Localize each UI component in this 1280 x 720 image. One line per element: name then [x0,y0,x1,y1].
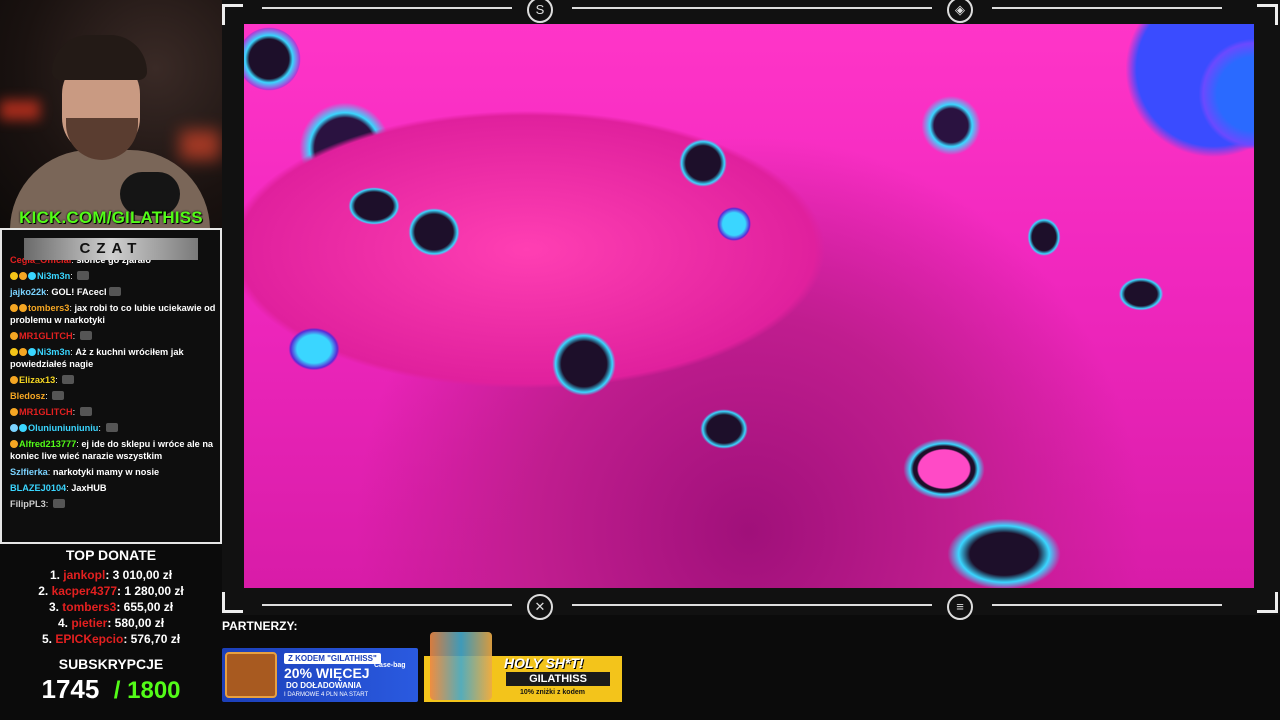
clock-badge-icon [19,304,27,312]
clock-badge-icon [10,376,18,384]
chat-panel: Cegla_Official: słońce go zjarało Ni3m3n:… [0,228,222,544]
donate-row: 4. pietier: 580,00 zł [57,616,165,630]
subs-current: 1745 [41,674,100,704]
top-donate-title: TOP DONATE [65,547,157,563]
clock-badge-icon [10,408,18,416]
chat-username[interactable]: MR1GLITCH [19,407,73,417]
clock-badge-icon [10,332,18,340]
product-cans-icon [430,632,492,700]
partner-banner-casebag[interactable]: Z KODEM "GILATHISS" Case-bag 20% WIĘCEJ … [222,648,418,702]
emote-icon [108,287,121,296]
treasure-chest-icon [225,652,277,698]
chat-message: Szlfierka: narkotyki mamy w nosie [10,467,160,477]
chat-username[interactable]: BLAZEJ0104 [10,483,66,493]
emote-icon [77,271,90,280]
emote-icon [52,391,65,400]
emote-icon [79,407,92,416]
chat-username[interactable]: MR1GLITCH [19,331,73,341]
chat-message: MR1GLITCH: [10,406,216,418]
chat-message: FilipPL3: [10,498,216,510]
clock-badge-icon [19,272,27,280]
chat-message: Ni3m3n: Aż z kuchni wróciłem jak powiedz… [10,347,184,369]
emote-icon [79,331,92,340]
chat-username[interactable]: Ni3m3n [37,271,70,281]
chat-message: Bledosz: [10,390,216,402]
sword-badge-icon [10,424,18,432]
chat-username[interactable]: Alfred213777 [19,439,76,449]
chat-username[interactable]: Elizax13 [19,375,55,385]
kick-url-overlay: KICK.COM/GILATHISS [19,208,203,227]
emote-icon [62,375,75,384]
subs-counter: 1745 / 1800 [0,674,222,705]
emote-icon [52,499,65,508]
chat-username[interactable]: tombers3 [28,303,69,313]
crosshatch-icon: ✕ [527,594,553,620]
chat-message: Alfred213777: ej ide do sklepu i wróce a… [10,439,214,461]
subs-title: SUBSKRYPCJE [58,656,164,672]
subs-goal: / 1800 [113,677,181,704]
crown-badge-icon [10,272,18,280]
stripes-icon: ≡ [947,594,973,620]
chat-username[interactable]: Bledosz [10,391,45,401]
chat-username[interactable]: Oluniuniuniuniu [28,423,98,433]
chat-username[interactable]: FilipPL3 [10,499,46,509]
chat-title: CZAT [24,238,198,260]
chat-message: BLAZEJ0104: JaxHUB [10,483,107,493]
video-content [244,24,1254,588]
donate-row: 1. jankopl: 3 010,00 zł [49,568,173,582]
chat-message-list: Cegla_Official: słońce go zjarało Ni3m3n:… [10,254,216,514]
chat-username[interactable]: Ni3m3n [37,347,70,357]
chat-username[interactable]: jajko22k [10,287,46,297]
clock-badge-icon [10,304,18,312]
gem-badge-icon [28,348,36,356]
top-donate-panel: TOP DONATE 1. jankopl: 3 010,00 zł 2. ka… [0,544,222,720]
chat-message: Oluniuniuniuniu: [10,422,216,434]
chat-text: narkotyki mamy w nosie [52,467,160,477]
partners-label: PARTNERZY: [222,619,298,633]
crown-badge-icon [10,348,18,356]
clock-badge-icon [10,440,18,448]
diamond-target-icon: ◈ [947,0,973,23]
chat-message: Ni3m3n: [10,270,216,282]
chat-text: JaxHUB [71,483,107,493]
chat-message: jajko22k: GOL! FAcecl [10,286,216,298]
webcam-feed [0,0,222,228]
emote-icon [105,423,118,432]
donate-row: 2. kacper4377: 1 280,00 zł [38,584,184,598]
chat-message: MR1GLITCH: [10,330,216,342]
donate-row: 5. EPICKepcio: 576,70 zł [41,632,181,646]
chat-username[interactable]: Szlfierka [10,467,48,477]
gem-badge-icon [28,272,36,280]
chat-message: tombers3: jax robi to co lubie uciekawie… [10,303,216,325]
partner-banner-holyshit[interactable]: HOLY SH*T! GILATHISS 10% zniżki z kodem [424,632,622,702]
chat-text: GOL! FAcecl [51,287,107,297]
gem-badge-icon [19,424,27,432]
donate-row: 3. tombers3: 655,00 zł [48,600,174,614]
chat-message: Elizax13: [10,374,216,386]
clock-badge-icon [19,348,27,356]
logo-s-icon: S [527,0,553,23]
